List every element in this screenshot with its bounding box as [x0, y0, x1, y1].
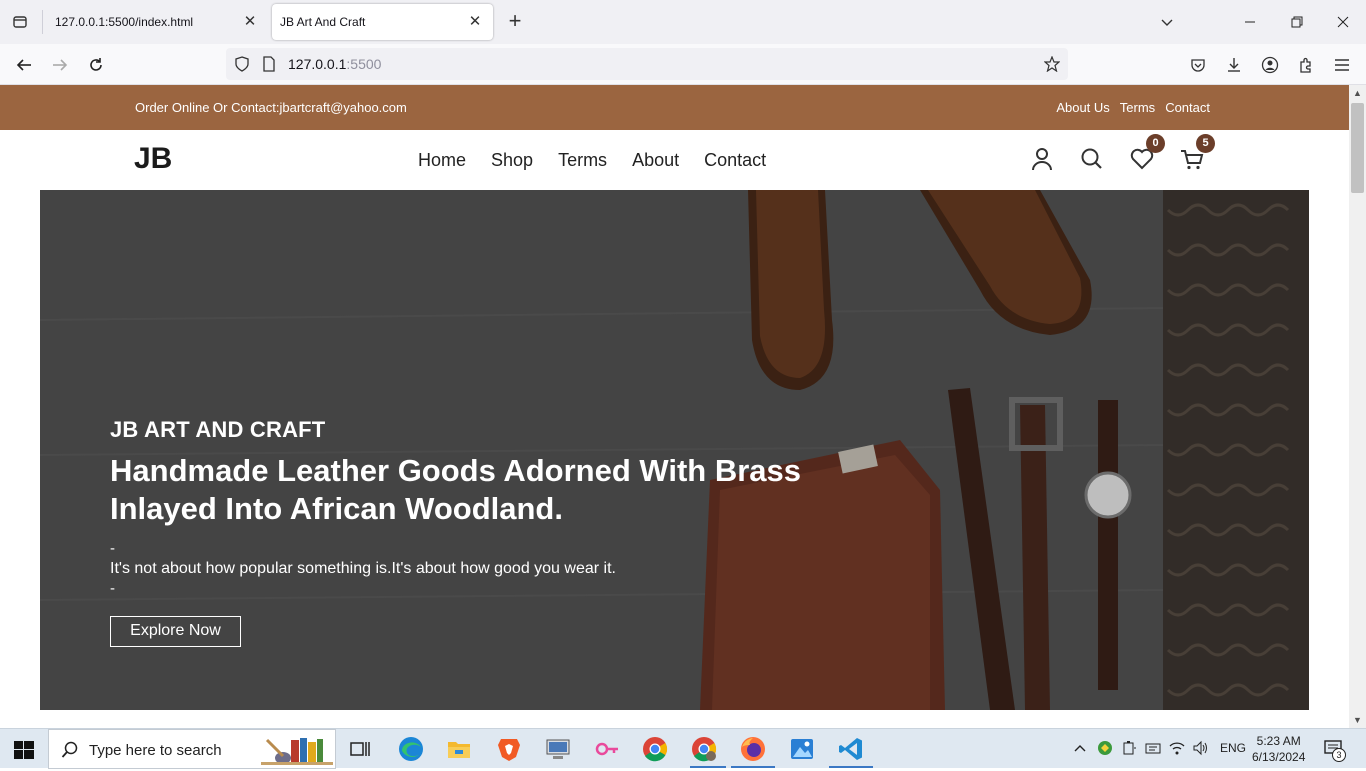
nav-terms[interactable]: Terms: [558, 150, 607, 171]
top-link-contact[interactable]: Contact: [1165, 100, 1210, 115]
hero-dash-bottom: -: [110, 580, 115, 597]
scroll-up-arrow-icon[interactable]: ▲: [1349, 85, 1366, 101]
wishlist-heart-icon[interactable]: 0: [1129, 134, 1165, 172]
chrome-icon[interactable]: [641, 735, 669, 763]
hero-heading: Handmade Leather Goods Adorned With Bras…: [110, 453, 802, 526]
url-host: 127.0.0.1: [288, 56, 347, 72]
url-text[interactable]: 127.0.0.1:5500: [288, 56, 381, 72]
cart-count-badge: 5: [1196, 134, 1215, 153]
scroll-thumb[interactable]: [1351, 103, 1364, 193]
task-view-icon[interactable]: [346, 735, 374, 763]
brave-icon[interactable]: [495, 735, 523, 763]
site-top-bar: Order Online Or Contact:jbartcraft@yahoo…: [0, 85, 1349, 130]
tray-overflow-chevron-icon[interactable]: [1073, 741, 1087, 758]
battery-icon[interactable]: [1121, 740, 1137, 759]
main-nav: Home Shop Terms About Contact: [418, 150, 791, 171]
search-icon: [61, 741, 79, 764]
tab-title: JB Art And Craft: [280, 15, 366, 29]
hero-dash-top: -: [110, 540, 115, 557]
clock-date: 6/13/2024: [1252, 750, 1306, 764]
close-window-icon[interactable]: [1331, 10, 1355, 34]
reload-icon[interactable]: [83, 52, 109, 78]
search-highlight-books-icon: [261, 734, 333, 771]
top-links: About Us Terms Contact: [1046, 100, 1210, 115]
hero-tagline: It's not about how popular something is.…: [110, 560, 616, 577]
page-viewport: Order Online Or Contact:jbartcraft@yahoo…: [0, 85, 1349, 728]
site-logo[interactable]: JB: [134, 142, 172, 176]
remote-desktop-icon[interactable]: [544, 735, 572, 763]
bookmark-star-icon[interactable]: [1043, 55, 1061, 77]
shield-icon[interactable]: [234, 56, 250, 77]
new-tab-plus-icon[interactable]: +: [503, 10, 527, 34]
hero-banner: JB ART AND CRAFT Handmade Leather Goods …: [40, 190, 1309, 710]
browser-nav-bar: 127.0.0.1:5500: [0, 44, 1366, 85]
nav-about[interactable]: About: [632, 150, 679, 171]
menu-hamburger-icon[interactable]: [1329, 52, 1355, 78]
browser-tab-strip: 127.0.0.1:5500/index.html ✕ JB Art And C…: [0, 0, 1366, 44]
tab-close-icon[interactable]: ✕: [467, 14, 483, 30]
file-explorer-icon[interactable]: [445, 735, 473, 763]
cart-icon[interactable]: 5: [1179, 134, 1215, 172]
tray-app-icon[interactable]: [1097, 740, 1113, 759]
forward-arrow-icon[interactable]: [47, 52, 73, 78]
hero-kicker: JB ART AND CRAFT: [110, 417, 326, 442]
contact-info: Order Online Or Contact:jbartcraft@yahoo…: [135, 100, 407, 115]
notification-count-badge: 3: [1332, 748, 1346, 762]
scroll-down-arrow-icon[interactable]: ▼: [1349, 712, 1366, 728]
language-indicator[interactable]: ENG: [1220, 741, 1246, 755]
tab-list-icon[interactable]: [8, 10, 32, 34]
address-bar[interactable]: 127.0.0.1:5500: [226, 48, 1068, 80]
page-icon[interactable]: [262, 56, 276, 77]
search-icon[interactable]: [1079, 146, 1105, 172]
nav-contact[interactable]: Contact: [704, 150, 766, 171]
site-header: JB Home Shop Terms About Contact 0 5: [0, 130, 1349, 190]
wishlist-count-badge: 0: [1146, 134, 1165, 153]
nav-shop[interactable]: Shop: [491, 150, 533, 171]
top-link-terms[interactable]: Terms: [1120, 100, 1155, 115]
restore-icon[interactable]: [1285, 10, 1309, 34]
explore-now-button[interactable]: Explore Now: [110, 616, 241, 647]
user-icon[interactable]: [1029, 146, 1055, 172]
clock-time: 5:23 AM: [1256, 734, 1301, 748]
edge-icon[interactable]: [397, 735, 425, 763]
tab-separator: [42, 10, 43, 34]
url-port: :5500: [346, 56, 382, 72]
extensions-icon[interactable]: [1293, 52, 1319, 78]
taskbar-search-placeholder: Type here to search: [89, 742, 222, 759]
minimize-icon[interactable]: [1238, 10, 1262, 34]
account-icon[interactable]: [1257, 52, 1283, 78]
notification-center-icon[interactable]: 3: [1324, 739, 1346, 762]
key-app-icon[interactable]: [593, 735, 621, 763]
taskbar-clock[interactable]: 5:23 AM 6/13/2024: [1252, 733, 1305, 765]
pocket-icon[interactable]: [1185, 52, 1211, 78]
list-all-tabs-chevron-icon[interactable]: [1155, 10, 1179, 34]
top-link-about-us[interactable]: About Us: [1056, 100, 1109, 115]
windows-start-icon[interactable]: [14, 741, 34, 764]
photos-icon[interactable]: [788, 735, 816, 763]
browser-tab-active[interactable]: JB Art And Craft ✕: [272, 4, 493, 40]
tab-title: 127.0.0.1:5500/index.html: [55, 15, 194, 29]
windows-taskbar: Type here to search ENG 5:23 AM 6/13/202…: [0, 728, 1366, 769]
back-arrow-icon[interactable]: [11, 52, 37, 78]
page-scrollbar[interactable]: ▲ ▼: [1349, 85, 1366, 728]
nav-home[interactable]: Home: [418, 150, 466, 171]
taskbar-search-box[interactable]: Type here to search: [48, 729, 336, 769]
firefox-icon[interactable]: [739, 735, 767, 763]
volume-icon[interactable]: [1192, 740, 1208, 759]
input-method-icon[interactable]: [1145, 740, 1161, 759]
browser-tab-index[interactable]: 127.0.0.1:5500/index.html ✕: [44, 4, 268, 40]
chrome-profile-icon[interactable]: [690, 735, 718, 763]
tab-close-icon[interactable]: ✕: [242, 14, 258, 30]
vscode-icon[interactable]: [837, 735, 865, 763]
downloads-icon[interactable]: [1221, 52, 1247, 78]
wifi-icon[interactable]: [1169, 740, 1185, 759]
